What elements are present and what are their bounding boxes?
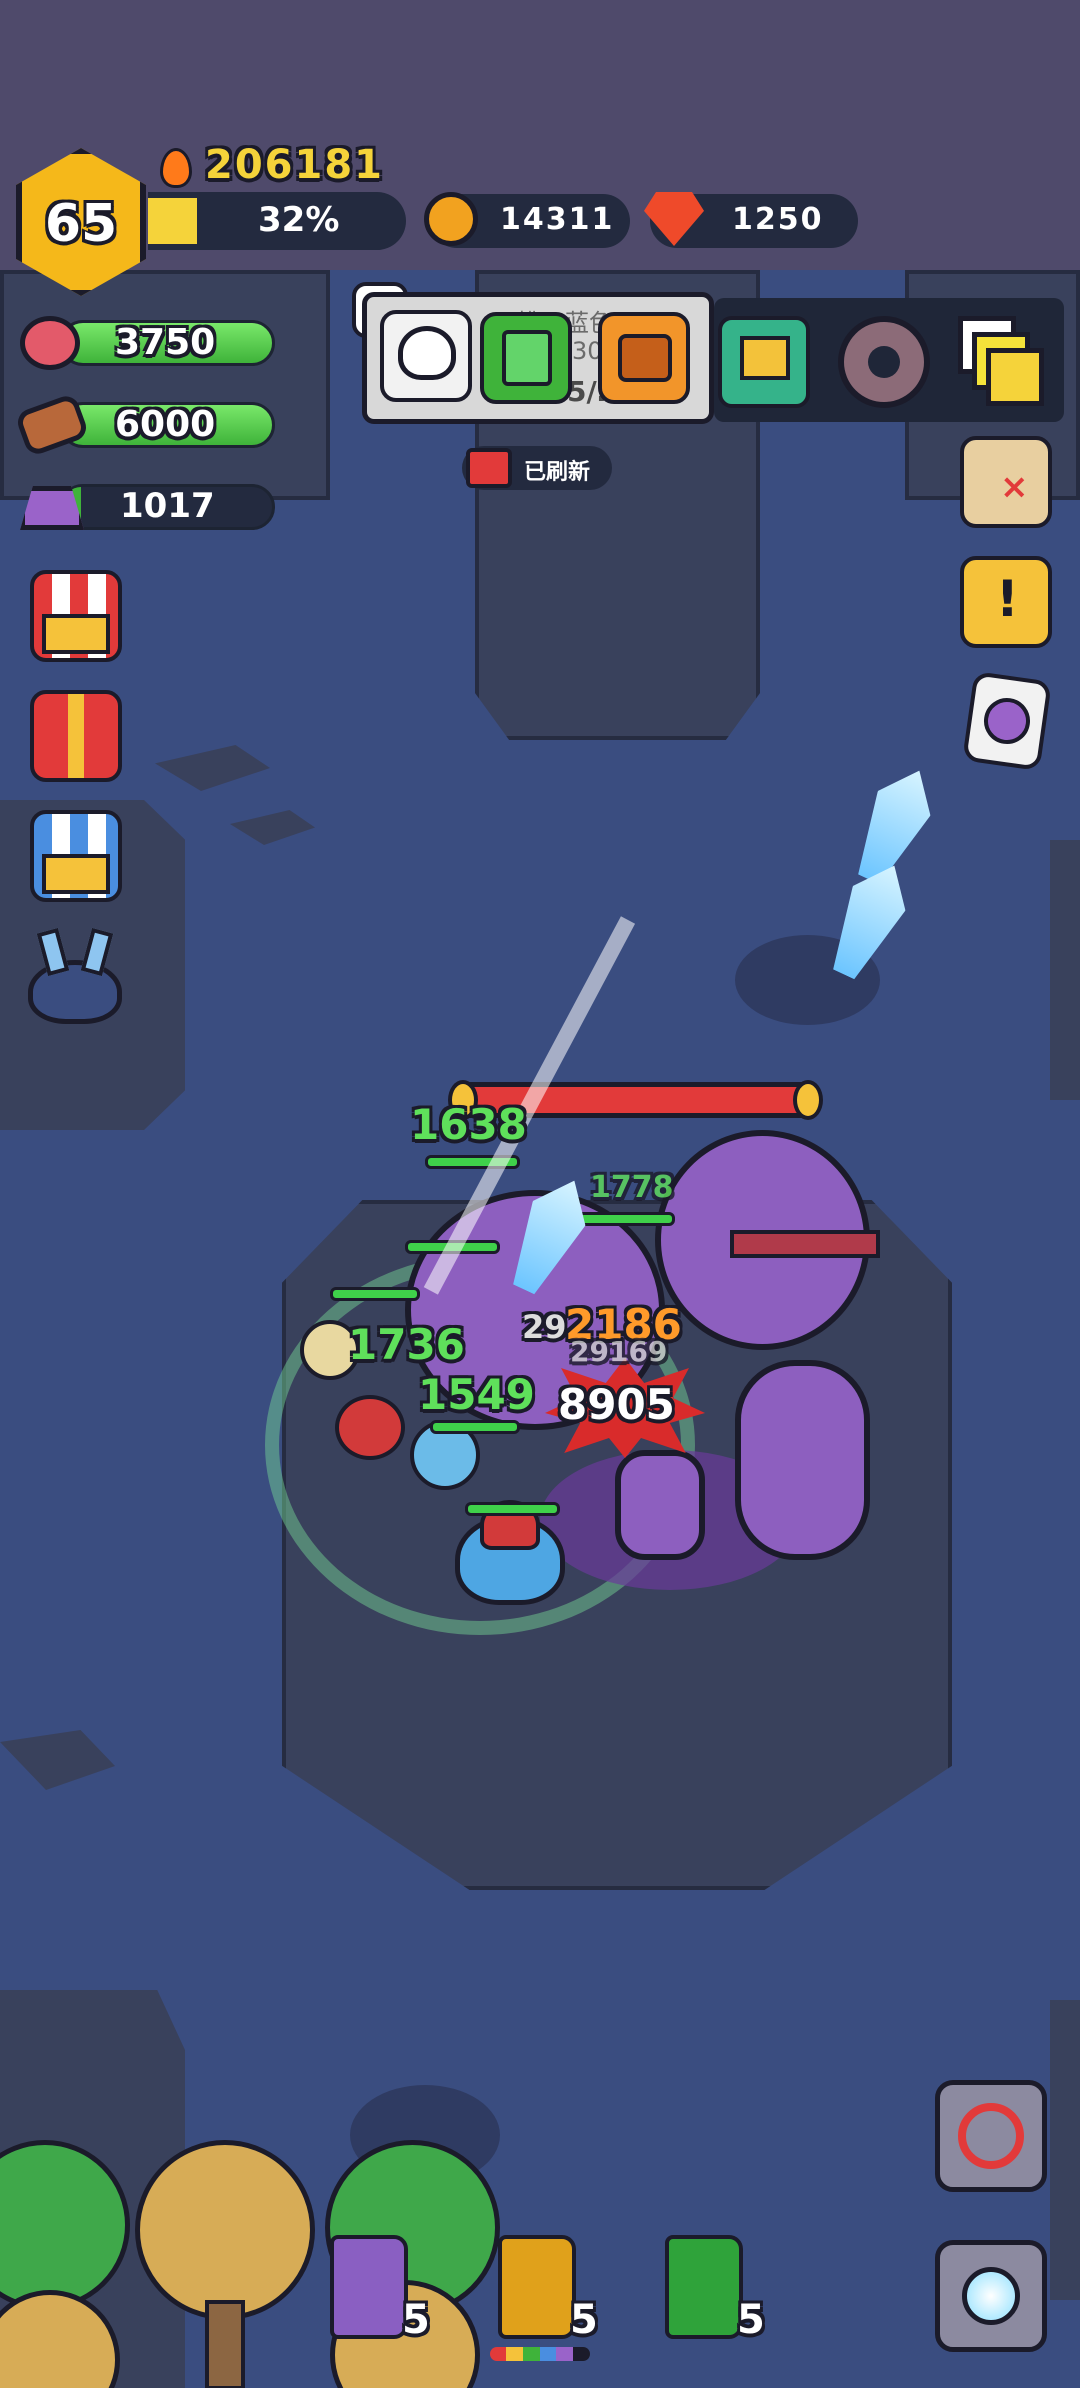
green-book-button[interactable]: [480, 312, 572, 404]
monster-icon: [28, 960, 122, 1024]
color-dots: [490, 2347, 590, 2361]
hero-unit[interactable]: [335, 1395, 405, 1460]
meat-value: 3750: [115, 322, 216, 363]
green-book-icon: [502, 330, 552, 386]
skill-book-heal[interactable]: 5: [665, 2235, 775, 2365]
gem-value: 1250: [732, 202, 824, 237]
gold-value: 14311: [500, 202, 615, 237]
portal-button[interactable]: [935, 2240, 1047, 2352]
refresh-label: 已刷新: [524, 460, 591, 485]
portal-icon: [962, 2267, 1020, 2325]
quest-scroll-icon: !: [996, 570, 1019, 628]
wing-book-icon: [498, 2235, 576, 2339]
sword-auto-icon: [958, 2103, 1024, 2169]
gear-icon: [868, 346, 900, 378]
ore-value: 1017: [120, 486, 215, 526]
monster-button[interactable]: [22, 927, 128, 1026]
damage-number: 29: [522, 1308, 567, 1346]
heal-number: 1549: [418, 1370, 535, 1419]
treasure-map-button[interactable]: ×: [960, 436, 1052, 528]
layers-icon-front: [986, 348, 1044, 406]
gold-coin-icon: [424, 192, 478, 246]
heal-number: 1736: [348, 1320, 465, 1369]
shop-button[interactable]: [30, 570, 122, 662]
gift-icon: [68, 694, 84, 778]
skill-book-lightning[interactable]: 5: [330, 2235, 440, 2365]
wood-value: 6000: [115, 404, 216, 445]
chest-button[interactable]: [598, 312, 690, 404]
ore-resource[interactable]: 1017: [20, 480, 275, 536]
mail-icon: [740, 336, 790, 380]
lightning-book-icon: [330, 2235, 408, 2339]
gold-counter[interactable]: 14311: [424, 192, 630, 248]
skill-book-wing[interactable]: 5: [490, 2235, 608, 2365]
shop-icon: [42, 614, 110, 654]
boss-leg: [615, 1450, 705, 1560]
power-value: 206181: [205, 142, 384, 188]
chest-small-icon: [466, 448, 512, 488]
boss-hp-cap-right: [793, 1080, 823, 1120]
exp-bar: 32%: [148, 192, 406, 250]
skill-book-count: 5: [402, 2297, 430, 2343]
level-number: 65: [44, 194, 118, 254]
flame-icon: [160, 148, 192, 188]
treasure-map-icon: ×: [1000, 467, 1029, 507]
orange-chest-icon: [618, 334, 672, 382]
auto-battle-button[interactable]: [935, 2080, 1047, 2192]
heal-number: 1638: [410, 1100, 527, 1149]
hero-hp-bar: [430, 1420, 520, 1434]
potion-skull-icon: [981, 695, 1033, 747]
heal-number: 1778: [590, 1170, 674, 1205]
gem-counter[interactable]: 1250: [644, 192, 858, 248]
wood-resource[interactable]: 6000: [14, 392, 275, 458]
exp-percent: 32%: [258, 200, 340, 240]
boss-arm: [735, 1360, 870, 1560]
hero-hp-bar: [330, 1287, 420, 1301]
skull-button[interactable]: [380, 310, 472, 402]
exp-fill: [148, 198, 198, 244]
boss-headband: [730, 1230, 880, 1258]
potion-button[interactable]: [962, 671, 1052, 771]
skull-icon: [398, 326, 456, 380]
layers-button[interactable]: [958, 316, 1050, 408]
store-button[interactable]: [30, 810, 122, 902]
damage-number: 29169: [570, 1335, 668, 1368]
quest-scroll-button[interactable]: !: [960, 556, 1052, 648]
skill-book-count: 5: [737, 2297, 765, 2343]
hero-hp-bar: [465, 1502, 560, 1516]
meat-resource[interactable]: 3750: [20, 316, 275, 372]
settings-button[interactable]: [838, 316, 930, 408]
crit-damage-number: 8905: [558, 1380, 675, 1429]
heal-book-icon: [665, 2235, 743, 2339]
refresh-notice[interactable]: 已刷新: [462, 446, 612, 490]
gift-button[interactable]: [30, 690, 122, 782]
store-icon: [42, 854, 110, 894]
skill-book-count: 5: [570, 2297, 598, 2343]
meat-icon: [20, 316, 80, 370]
mail-button[interactable]: [718, 316, 810, 408]
